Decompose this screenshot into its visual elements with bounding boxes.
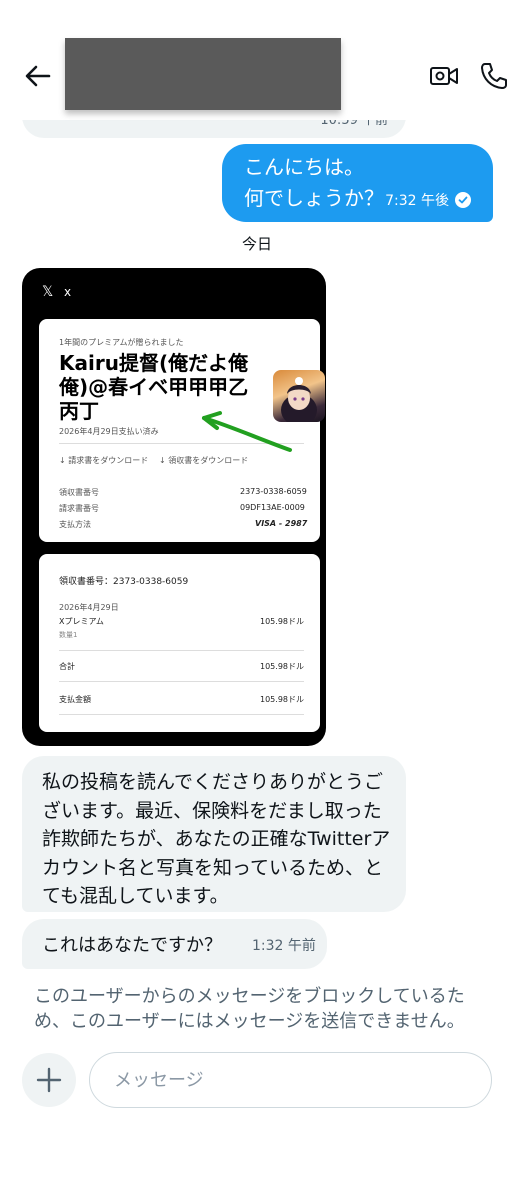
video-call-button[interactable] <box>428 60 460 92</box>
drawn-arrow-icon <box>202 411 292 452</box>
check-circle-icon <box>455 192 471 208</box>
message-text: 私の投稿を読んでくださりありがとうございます。最近、保険料をだまし取った詐欺師た… <box>42 771 391 907</box>
message-time: 1:32 午前 <box>252 938 316 954</box>
voice-call-button[interactable] <box>478 60 508 92</box>
message-meta: 7:32 午後 <box>385 190 471 210</box>
outgoing-message-bubble[interactable]: こんにちは。 何でしょうか？ 7:32 午後 <box>222 144 493 222</box>
video-call-icon <box>430 67 458 85</box>
incoming-message-bubble[interactable]: 私の投稿を読んでくださりありがとうございます。最近、保険料をだまし取った詐欺師た… <box>22 756 406 912</box>
date-separator: 今日 <box>241 235 272 253</box>
message-input[interactable] <box>89 1052 492 1108</box>
redacted-username <box>65 38 341 110</box>
back-button[interactable] <box>22 60 54 92</box>
blocked-notice: このユーザーからのメッセージをブロックしているため、このユーザーにはメッセージを… <box>34 986 465 1032</box>
incoming-message-bubble[interactable]: これはあなたですか？ 1:32 午前 <box>22 919 327 969</box>
message-time: 7:32 午後 <box>385 193 449 209</box>
image-message[interactable]: 𝕏 x 1年間のプレミアムが贈られました Kairu提督(俺だよ俺俺)@春イベ甲… <box>22 268 326 746</box>
chat-header <box>0 0 514 120</box>
plus-icon <box>36 1067 62 1093</box>
message-text: これはあなたですか？ <box>42 935 222 956</box>
phone-icon <box>481 63 507 89</box>
add-attachment-button[interactable] <box>22 1053 76 1107</box>
message-text: こんにちは。 何でしょうか？ <box>244 155 384 210</box>
arrow-left-icon <box>25 65 51 87</box>
